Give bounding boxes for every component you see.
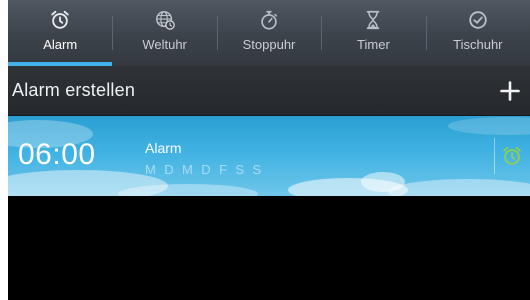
empty-list-area (8, 196, 530, 300)
tab-label: Timer (357, 37, 390, 52)
tab-alarm[interactable]: Alarm (8, 0, 113, 66)
alarm-name: Alarm (145, 140, 182, 156)
alarm-clock-icon (51, 10, 69, 29)
alarm-toggle-button[interactable] (494, 116, 530, 196)
tab-weltuhr[interactable]: Weltuhr (112, 0, 216, 66)
stopwatch-icon (261, 10, 278, 30)
globe-clock-icon (155, 11, 175, 30)
tab-timer[interactable]: Timer (321, 0, 425, 66)
add-alarm-button[interactable] (490, 66, 530, 116)
create-alarm-title: Alarm erstellen (12, 80, 136, 100)
alarm-list-item[interactable]: 06:00 Alarm M D M D F S S (8, 116, 530, 196)
hourglass-icon (367, 10, 380, 30)
tab-stoppuhr[interactable]: Stoppuhr (216, 0, 321, 66)
create-alarm-header[interactable]: Alarm erstellen (8, 66, 530, 116)
tab-label: Alarm (43, 37, 78, 52)
tab-label: Stoppuhr (242, 37, 296, 52)
desk-clock-icon (469, 11, 487, 29)
tab-label: Weltuhr (142, 37, 187, 52)
plus-icon (500, 81, 520, 101)
clock-app: Alarm Weltuhr Stoppuhr Timer Tischuhr Al… (8, 0, 530, 300)
tab-bar: Alarm Weltuhr Stoppuhr Timer Tischuhr (8, 0, 530, 66)
alarm-clock-icon (503, 146, 521, 165)
tab-tischuhr[interactable]: Tischuhr (425, 0, 530, 66)
alarm-repeat-days: M D M D F S S (145, 162, 264, 177)
tab-label: Tischuhr (453, 37, 503, 52)
alarm-time: 06:00 (18, 138, 96, 171)
